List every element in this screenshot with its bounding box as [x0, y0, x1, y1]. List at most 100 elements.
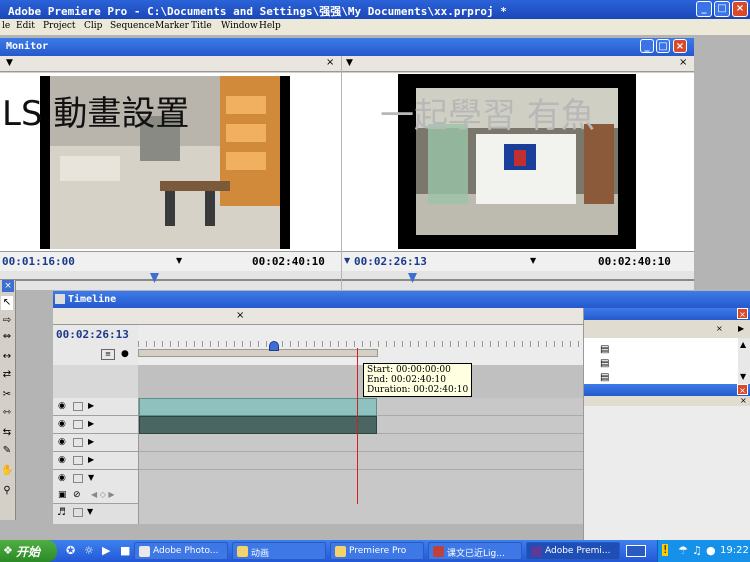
close-icon[interactable]: ×	[673, 39, 687, 53]
volume-icon[interactable]: ♫	[692, 544, 702, 557]
track-header-video[interactable]: ◉ ▶	[53, 398, 138, 416]
lock-toggle[interactable]	[73, 438, 83, 447]
panel-menu-icon[interactable]: ▶	[738, 324, 744, 333]
selection-tool-icon[interactable]: ↖	[1, 296, 13, 310]
monitor-title-bar[interactable]: Monitor _ □ ×	[0, 38, 694, 56]
menu-edit[interactable]: Edit	[16, 21, 35, 31]
audio-clip[interactable]	[139, 416, 377, 434]
menu-marker[interactable]: Marker	[155, 21, 189, 31]
maximize-icon[interactable]: □	[714, 1, 730, 17]
lock-icon[interactable]: ●	[121, 349, 129, 359]
zoom-tool-icon[interactable]: ⚲	[1, 484, 13, 498]
razor-tool-icon[interactable]: ✂	[1, 388, 13, 402]
menu-help[interactable]: Help	[259, 21, 281, 31]
chevron-down-icon[interactable]: ▼	[176, 256, 182, 265]
close-icon[interactable]: ×	[2, 280, 14, 292]
time-ruler[interactable]	[138, 325, 583, 365]
menu-sequence[interactable]: Sequence	[110, 21, 155, 31]
eye-icon[interactable]: ◉	[58, 456, 70, 465]
scroll-up-icon[interactable]: ▲	[740, 340, 746, 349]
minimize-icon[interactable]: _	[696, 1, 712, 17]
browser-icon[interactable]: ☼	[84, 544, 94, 557]
expand-icon[interactable]: ▶	[88, 419, 94, 428]
menu-clip[interactable]: Clip	[84, 21, 102, 31]
close-icon[interactable]: ×	[732, 1, 748, 17]
video-clip[interactable]	[139, 398, 377, 416]
security-icon[interactable]: ●	[706, 544, 716, 557]
pen-tool-icon[interactable]: ✎	[1, 444, 13, 458]
lock-toggle[interactable]	[73, 420, 83, 429]
scrollbar[interactable]: ▲ ▼	[738, 338, 750, 384]
rate-stretch-tool-icon[interactable]: ⇄	[1, 368, 13, 382]
close-icon[interactable]: ×	[236, 310, 244, 321]
warning-icon[interactable]: !	[662, 544, 669, 556]
slip-tool-icon[interactable]: ⇿	[1, 406, 13, 420]
work-area-bar[interactable]	[138, 349, 378, 357]
timeline-timecode[interactable]: 00:02:26:13	[56, 328, 129, 341]
taskbar-item-folder[interactable]: 动画	[232, 542, 326, 560]
taskbar-item-photoshop[interactable]: Adobe Photo...	[134, 542, 228, 560]
display-style-icon[interactable]: ▣	[58, 490, 67, 500]
menu-file[interactable]: le	[2, 21, 10, 31]
collapse-icon[interactable]: ▼	[88, 473, 94, 482]
ripple-edit-tool-icon[interactable]: ⇔	[1, 330, 13, 344]
rolling-edit-tool-icon[interactable]: ↔	[1, 350, 13, 364]
track-header-video-1[interactable]: ◉ ▼ ▣ ⊘ ◀ ◇ ▶	[53, 470, 138, 504]
quick-launch-icon[interactable]: ✪	[66, 544, 75, 557]
collapse-icon[interactable]: ▼	[87, 507, 93, 516]
start-button[interactable]: ❖ 开始	[0, 540, 57, 562]
close-icon[interactable]: ×	[716, 324, 723, 333]
expand-icon[interactable]: ▶	[88, 455, 94, 464]
folder-icon[interactable]: ▤	[600, 372, 609, 383]
slide-tool-icon[interactable]: ⇆	[1, 426, 13, 440]
close-icon[interactable]: ×	[679, 57, 687, 68]
expand-icon[interactable]: ▶	[88, 437, 94, 446]
close-icon[interactable]: ×	[737, 308, 748, 319]
eye-icon[interactable]: ◉	[58, 438, 70, 447]
source-scrubber[interactable]	[0, 271, 341, 290]
close-icon[interactable]: ×	[737, 384, 748, 395]
menu-project[interactable]: Project	[43, 21, 76, 31]
track-header-video[interactable]: ◉ ▶	[53, 434, 138, 452]
eye-icon[interactable]: ◉	[58, 402, 70, 411]
minimize-icon[interactable]: _	[640, 39, 654, 53]
keyframe-nav-icon[interactable]: ◀ ◇ ▶	[91, 490, 115, 499]
panel-menu-icon[interactable]: ▼	[346, 58, 353, 68]
close-icon[interactable]: ×	[740, 396, 747, 405]
eye-icon[interactable]: ◉	[58, 474, 70, 483]
taskbar-item-document[interactable]: 课文已近Lig...	[428, 542, 522, 560]
app-title-bar[interactable]: Adobe Premiere Pro - C:\Documents and Se…	[0, 0, 750, 19]
taskbar-item-premiere[interactable]: Adobe Premi...	[526, 542, 620, 560]
snap-icon[interactable]: ≡	[101, 349, 115, 360]
timeline-title-bar[interactable]: Timeline	[53, 291, 750, 308]
playhead-icon[interactable]	[269, 341, 279, 351]
maximize-icon[interactable]: □	[656, 39, 670, 53]
track-header-video[interactable]: ◉ ▶	[53, 452, 138, 470]
program-timecode[interactable]: 00:02:26:13	[354, 255, 427, 268]
playhead-icon[interactable]	[408, 273, 417, 283]
keyboard-icon[interactable]	[626, 545, 646, 557]
folder-icon[interactable]: ▤	[600, 344, 609, 355]
expand-icon[interactable]: ▶	[88, 401, 94, 410]
marker-icon[interactable]: ▼	[344, 256, 350, 265]
folder-icon[interactable]: ▤	[600, 358, 609, 369]
close-icon[interactable]: ×	[326, 57, 334, 68]
panel-title-bar[interactable]: ×	[584, 384, 750, 396]
source-timecode[interactable]: 00:01:16:00	[2, 255, 75, 268]
hand-tool-icon[interactable]: ✋	[1, 464, 13, 478]
chevron-down-icon[interactable]: ▼	[530, 256, 536, 265]
program-scrubber[interactable]	[342, 271, 694, 290]
scroll-down-icon[interactable]: ▼	[740, 372, 746, 381]
menu-window[interactable]: Window	[221, 21, 258, 31]
track-header-video[interactable]: ◉ ▶	[53, 416, 138, 434]
lock-toggle[interactable]	[73, 456, 83, 465]
network-icon[interactable]: ☂	[678, 544, 688, 557]
playhead-icon[interactable]	[150, 273, 159, 283]
panel-title-bar[interactable]: ×	[584, 308, 750, 320]
lock-toggle[interactable]	[73, 402, 83, 411]
no-icon[interactable]: ⊘	[73, 490, 81, 500]
eye-icon[interactable]: ◉	[58, 420, 70, 429]
panel-menu-icon[interactable]: ▼	[6, 58, 13, 68]
lock-toggle[interactable]	[73, 508, 83, 517]
track-select-tool-icon[interactable]: ⇨	[1, 314, 13, 328]
